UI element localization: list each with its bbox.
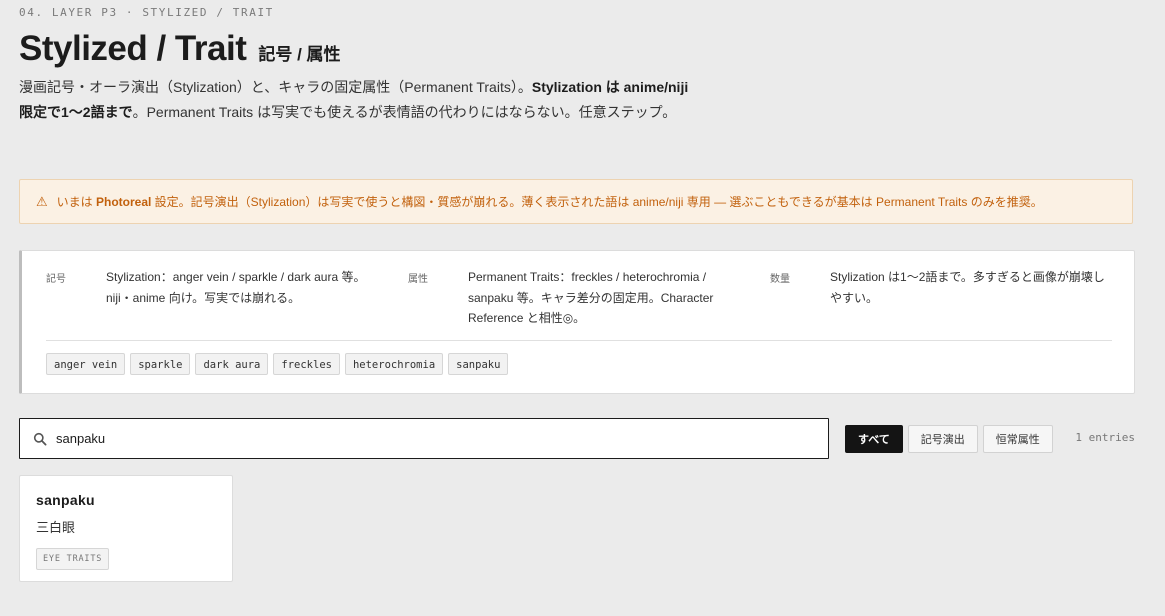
chip-dark-aura[interactable]: dark aura (195, 353, 269, 375)
info-value: Stylization は1〜2語まで。多すぎると画像が崩壊しやすい。 (830, 270, 1105, 305)
search-box[interactable] (19, 418, 829, 459)
chip-heterochromia[interactable]: heterochromia (344, 353, 444, 375)
info-key: 数量 (770, 274, 790, 285)
info-item-stylization: 記号 Stylization：anger vein / sparkle / da… (46, 267, 376, 308)
warning-prefix: いまは (56, 195, 96, 209)
warning-mode: Photoreal (96, 195, 152, 209)
chip-anger-vein[interactable]: anger vein (46, 353, 126, 375)
chip-freckles[interactable]: freckles (273, 353, 340, 375)
warning-triangle-icon: ⚠ (36, 193, 48, 209)
info-divider (46, 340, 1112, 341)
result-term: sanpaku (36, 492, 95, 508)
chip-sanpaku[interactable]: sanpaku (448, 353, 509, 375)
info-value: Permanent Traits：freckles / heterochromi… (468, 270, 714, 325)
photoreal-warning-banner: ⚠ いまは Photoreal 設定。記号演出（Stylization）は写実で… (19, 179, 1133, 224)
chip-sparkle[interactable]: sparkle (130, 353, 191, 375)
filter-traits-button[interactable]: 恒常属性 (982, 425, 1053, 453)
search-icon (33, 432, 47, 446)
result-card[interactable]: sanpaku 三白眼 EYE TRAITS (19, 475, 233, 582)
result-category-tag: EYE TRAITS (36, 548, 110, 570)
search-input[interactable] (56, 428, 796, 449)
filter-stylization-button[interactable]: 記号演出 (907, 425, 978, 453)
example-chips: anger vein sparkle dark aura freckles he… (46, 353, 509, 375)
page-subtitle: 記号 / 属性 (258, 45, 341, 64)
result-translation: 三白眼 (36, 520, 76, 535)
title-row: Stylized / Trait 記号 / 属性 (19, 29, 1135, 69)
page: 04. LAYER P3 · STYLIZED / TRAIT Stylized… (19, 0, 1135, 582)
info-key: 記号 (46, 274, 66, 285)
info-card: 記号 Stylization：anger vein / sparkle / da… (19, 250, 1135, 394)
page-title: Stylized / Trait (19, 29, 247, 68)
filter-all-button[interactable]: すべて (845, 425, 903, 453)
filter-group: すべて 記号演出 恒常属性 (845, 425, 1053, 453)
description-text: 漫画記号・オーラ演出（Stylization）と、キャラの固定属性（Perman… (19, 79, 532, 95)
info-key: 属性 (408, 274, 428, 285)
info-item-traits: 属性 Permanent Traits：freckles / heterochr… (408, 267, 738, 329)
warning-message: 設定。記号演出（Stylization）は写実で使うと構図・質感が崩れる。薄く表… (151, 195, 1043, 209)
description-text-tail: 。Permanent Traits は写実でも使えるが表情語の代わりにはならない… (132, 104, 677, 120)
section-eyebrow: 04. LAYER P3 · STYLIZED / TRAIT (19, 6, 274, 19)
page-description: 漫画記号・オーラ演出（Stylization）と、キャラの固定属性（Perman… (19, 75, 699, 125)
info-item-quantity: 数量 Stylization は1〜2語まで。多すぎると画像が崩壊しやすい。 (770, 267, 1110, 308)
warning-text: いまは Photoreal 設定。記号演出（Stylization）は写実で使う… (57, 193, 1043, 210)
info-value: Stylization：anger vein / sparkle / dark … (106, 270, 366, 305)
entries-count: 1 entries (1075, 431, 1135, 444)
